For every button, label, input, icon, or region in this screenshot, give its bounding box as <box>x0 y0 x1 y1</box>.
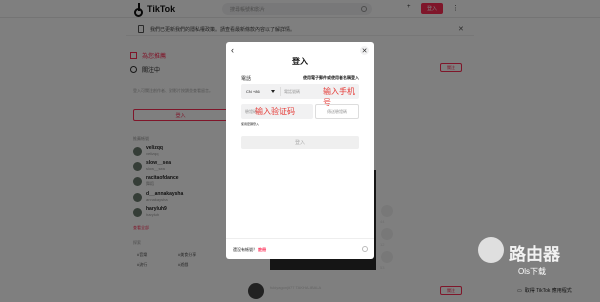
signup-link[interactable]: 註冊 <box>258 247 266 252</box>
watermark-text: 路由器 <box>509 245 560 264</box>
code-row: 驗證碼 输入验证码 傳送驗證碼 <box>241 104 359 119</box>
login-modal: ‹ ✕ 登入 電話 使用電子郵件或使用者名稱登入 CN +86 電話號碼 输入手… <box>226 42 374 259</box>
code-annotation: 输入验证码 <box>255 107 295 116</box>
code-input[interactable]: 驗證碼 输入验证码 <box>241 104 313 119</box>
back-icon[interactable]: ‹ <box>231 45 234 55</box>
email-login-link[interactable]: 使用電子郵件或使用者名稱登入 <box>303 75 359 81</box>
help-icon[interactable] <box>362 246 368 252</box>
country-code-select[interactable]: CN +86 <box>246 89 260 94</box>
watermark-subtext: Ols下载 <box>518 267 546 276</box>
signup-prompt: 還沒有帳號？ 註冊 <box>233 247 266 253</box>
field-divider <box>280 87 281 96</box>
router-logo <box>478 237 504 263</box>
no-account-text: 還沒有帳號？ <box>233 247 257 252</box>
modal-divider <box>226 238 374 239</box>
chevron-down-icon <box>271 90 275 93</box>
submit-login-button[interactable]: 登入 <box>241 136 359 149</box>
send-code-button[interactable]: 傳送驗證碼 <box>315 104 359 119</box>
phone-field[interactable]: CN +86 電話號碼 输入手机号 <box>241 84 359 107</box>
phone-label: 電話 <box>241 76 252 82</box>
password-login-link[interactable]: 使用密碼登入 <box>241 122 259 126</box>
phone-placeholder: 電話號碼 <box>284 89 300 94</box>
close-icon[interactable]: ✕ <box>360 46 369 55</box>
modal-title: 登入 <box>292 57 308 66</box>
